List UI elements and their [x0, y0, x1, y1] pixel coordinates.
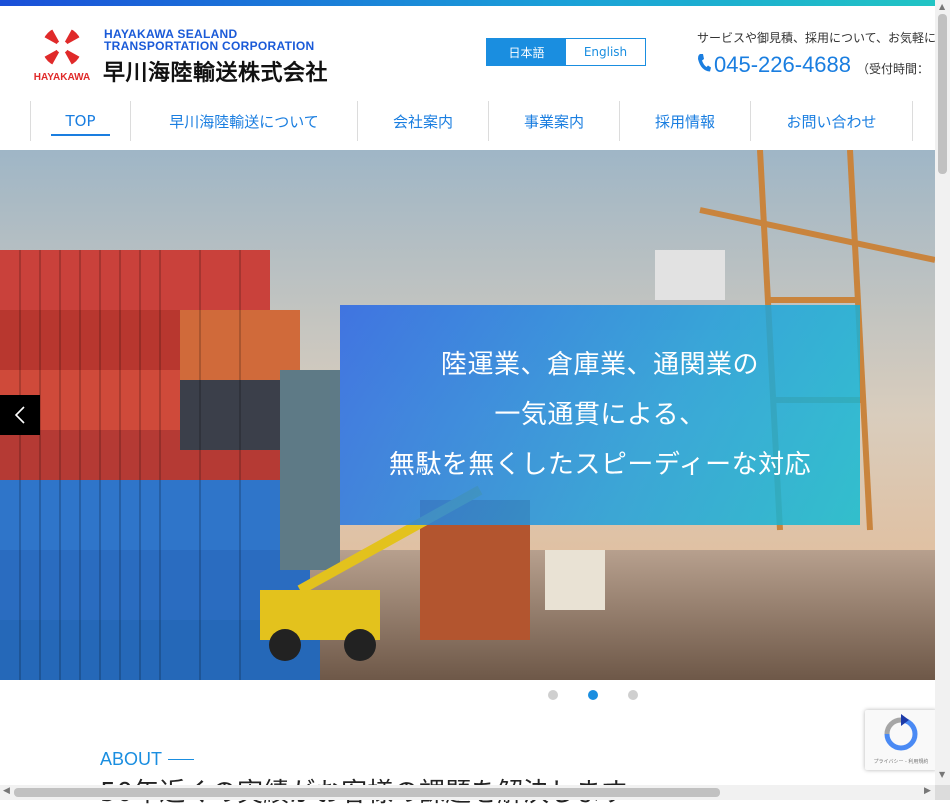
nav-item-label: 採用情報 — [654, 112, 715, 131]
scroll-down-icon[interactable]: ▼ — [939, 770, 945, 779]
nav-item-label: TOP — [65, 112, 96, 130]
hero-caption-line: 陸運業、倉庫業、通関業の — [440, 350, 759, 380]
contact-note: サービスや御見積、採用について、お気軽に — [697, 31, 937, 45]
nav-item-label: お問い合わせ — [786, 112, 877, 131]
nav-item-about[interactable]: 早川海陸輸送について — [130, 101, 357, 141]
language-switch: 日本語 English — [486, 38, 646, 66]
chevron-left-icon — [14, 406, 25, 424]
vertical-scrollbar[interactable]: ▲ ▼ — [935, 0, 950, 785]
phone-contact[interactable]: 045-226-4688 （受付時間： — [696, 52, 929, 78]
slider-dots — [548, 690, 638, 700]
about-section-label: ABOUT — [100, 749, 195, 770]
hero-slider: 陸運業、倉庫業、通関業の 一気通貫による、 無駄を無くしたスピーディーな対応 — [0, 150, 935, 680]
nav-active-indicator — [51, 134, 110, 136]
scrollbar-corner — [935, 785, 950, 800]
nav-item-company[interactable]: 会社案内 — [357, 101, 488, 141]
nav-item-label: 早川海陸輸送について — [169, 112, 319, 131]
hero-caption-line: 一気通貫による、 — [494, 400, 706, 430]
about-label-text: ABOUT — [100, 749, 163, 769]
recaptcha-badge[interactable]: プライバシー - 利用規約 — [865, 710, 937, 770]
slider-dot-3[interactable] — [628, 690, 638, 700]
company-name-en-line2: TRANSPORTATION CORPORATION — [104, 39, 315, 53]
slider-dot-2[interactable] — [588, 690, 598, 700]
recaptcha-text: プライバシー - 利用規約 — [873, 759, 929, 765]
company-logo-mark[interactable]: HAYAKAWA — [30, 24, 94, 82]
nav-item-label: 事業案内 — [523, 112, 584, 131]
nav-item-top[interactable]: TOP — [30, 101, 130, 141]
lang-en-button[interactable]: English — [566, 39, 645, 65]
horizontal-scroll-thumb[interactable] — [14, 788, 720, 797]
scroll-right-icon[interactable]: ▶ — [924, 786, 931, 796]
nav-item-recruit[interactable]: 採用情報 — [619, 101, 750, 141]
business-hours: （受付時間： — [857, 61, 930, 76]
horizontal-scrollbar[interactable]: ◀ ▶ — [0, 785, 935, 800]
nav-item-business[interactable]: 事業案内 — [488, 101, 619, 141]
vertical-scroll-thumb[interactable] — [938, 14, 947, 174]
slider-dot-1[interactable] — [548, 690, 558, 700]
hero-caption-line: 無駄を無くしたスピーディーな対応 — [388, 450, 812, 480]
phone-icon — [696, 53, 712, 77]
phone-number[interactable]: 045-226-4688 — [714, 52, 851, 78]
global-nav: TOP 早川海陸輸送について 会社案内 事業案内 採用情報 お問い合わせ — [30, 101, 913, 141]
hero-caption-box: 陸運業、倉庫業、通関業の 一気通貫による、 無駄を無くしたスピーディーな対応 — [340, 305, 860, 525]
company-name-jp: 早川海陸輸送株式会社 — [103, 61, 329, 86]
recaptcha-icon — [884, 714, 918, 751]
nav-item-contact[interactable]: お問い合わせ — [750, 101, 913, 141]
top-accent-bar — [0, 0, 935, 6]
svg-text:HAYAKAWA: HAYAKAWA — [34, 72, 91, 82]
nav-item-label: 会社案内 — [392, 112, 453, 131]
company-name-en: HAYAKAWA SEALAND TRANSPORTATION CORPORAT… — [104, 28, 314, 52]
scroll-up-icon[interactable]: ▲ — [939, 2, 945, 11]
lang-ja-button[interactable]: 日本語 — [487, 39, 566, 65]
about-label-line — [168, 759, 195, 760]
scroll-left-icon[interactable]: ◀ — [3, 786, 10, 796]
slider-prev-button[interactable] — [0, 395, 40, 435]
